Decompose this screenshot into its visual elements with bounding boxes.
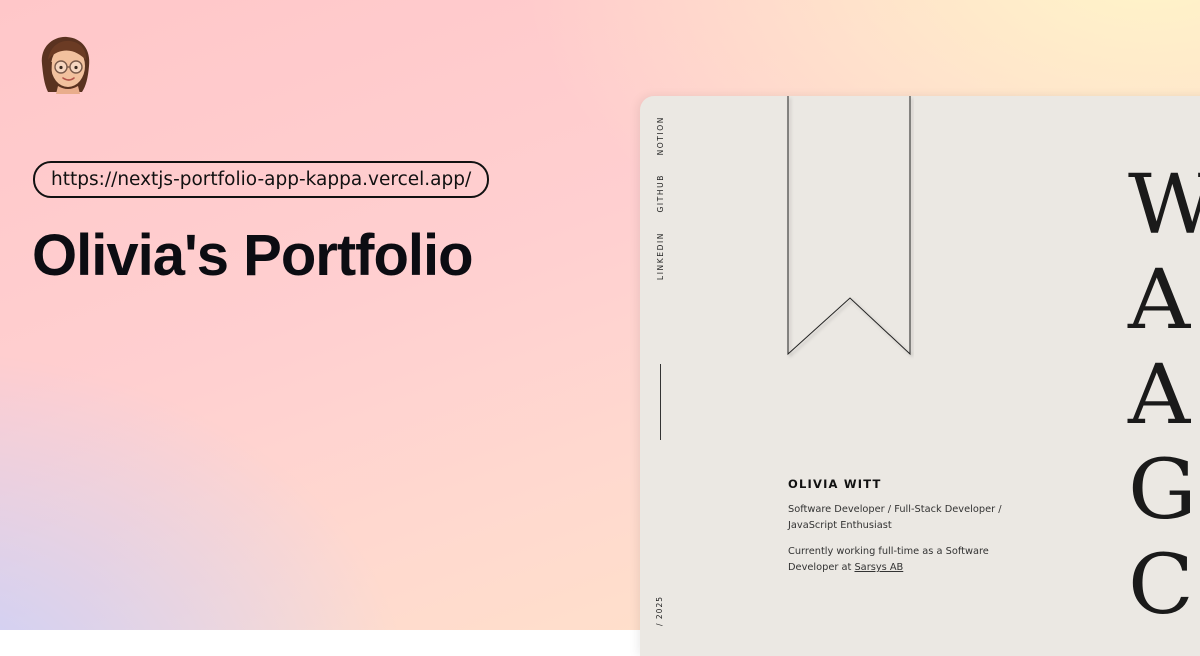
big-letter: A bbox=[1128, 348, 1191, 443]
nav-link-linkedin[interactable]: LINKEDIN bbox=[656, 232, 665, 280]
url-text: https://nextjs-portfolio-app-kappa.verce… bbox=[51, 169, 472, 190]
year-label: / 2025 bbox=[655, 596, 664, 626]
nav-link-notion[interactable]: NOTION bbox=[656, 116, 665, 155]
working-text: Currently working full-time as a Softwar… bbox=[788, 544, 1028, 576]
nav-link-github[interactable]: GITHUB bbox=[656, 174, 665, 212]
decorative-letters: W A A G C bbox=[1128, 158, 1200, 633]
profile-name: OLIVIA WITT bbox=[788, 477, 882, 491]
big-letter: A bbox=[1128, 253, 1191, 348]
company-link[interactable]: Sarsys AB bbox=[854, 562, 903, 573]
big-letter: C bbox=[1128, 538, 1194, 633]
avatar-memoji-icon bbox=[41, 36, 90, 94]
big-letter: G bbox=[1128, 443, 1197, 538]
avatar bbox=[34, 34, 94, 96]
divider-line bbox=[660, 364, 661, 440]
roles-text: Software Developer / Full-Stack Develope… bbox=[788, 504, 1002, 531]
page-title: Olivia's Portfolio bbox=[32, 223, 474, 288]
bookmark-shape-icon bbox=[787, 96, 911, 356]
url-pill[interactable]: https://nextjs-portfolio-app-kappa.verce… bbox=[33, 161, 490, 198]
site-preview-card: NOTION GITHUB LINKEDIN / 2025 OLIVIA WIT… bbox=[640, 96, 1200, 656]
big-letter: W bbox=[1128, 158, 1200, 253]
